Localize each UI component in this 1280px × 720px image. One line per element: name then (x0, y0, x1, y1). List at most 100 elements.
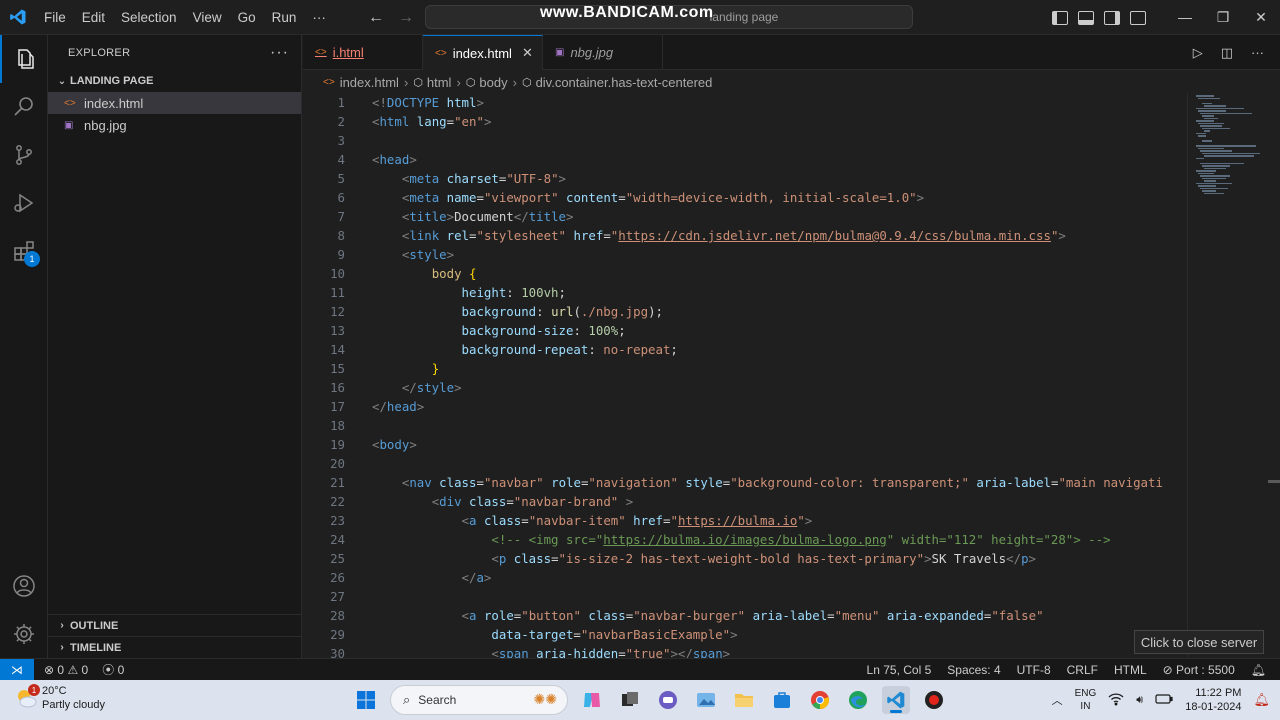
battery-icon[interactable] (1155, 693, 1173, 708)
line-ending[interactable]: CRLF (1067, 663, 1098, 677)
input-language[interactable]: ENG IN (1075, 687, 1097, 713)
tab-i-html[interactable]: <> i.html (303, 35, 423, 70)
code-line[interactable]: 19 <body> (303, 435, 1187, 454)
code-line[interactable]: 7 <title>Document</title> (303, 207, 1187, 226)
explorer-more-icon[interactable]: ··· (270, 44, 289, 62)
live-server-port[interactable]: ⊘ Port : 5500 (1163, 663, 1235, 677)
code-line[interactable]: 5 <meta charset="UTF-8"> (303, 169, 1187, 188)
problems-indicator[interactable]: ⊗ 0 ⚠ 0 (44, 663, 88, 677)
code-line[interactable]: 14 background-repeat: no-repeat; (303, 340, 1187, 359)
customize-layout-icon[interactable] (1130, 10, 1146, 25)
teams-chat-icon[interactable] (654, 686, 682, 714)
code-line[interactable]: 24 <!-- <img src="https://bulma.io/image… (303, 530, 1187, 549)
code-line[interactable]: 1 <!DOCTYPE html> (303, 93, 1187, 112)
wifi-icon[interactable] (1108, 692, 1124, 709)
code-line[interactable]: 15 } (303, 359, 1187, 378)
outline-section[interactable]: › OUTLINE (48, 614, 302, 636)
file-explorer-icon[interactable] (730, 686, 758, 714)
vscode-taskbar-icon[interactable] (882, 686, 910, 714)
code-line[interactable]: 10 body { (303, 264, 1187, 283)
task-view-icon[interactable] (616, 686, 644, 714)
code-line[interactable]: 23 <a class="navbar-item" href="https://… (303, 511, 1187, 530)
back-arrow-icon[interactable]: ← (368, 9, 384, 27)
breadcrumb-item[interactable]: index.html (340, 75, 399, 90)
menu-file[interactable]: File (36, 0, 74, 35)
code-line[interactable]: 25 <p class="is-size-2 has-text-weight-b… (303, 549, 1187, 568)
code-line[interactable]: 18 (303, 416, 1187, 435)
accounts-icon[interactable] (0, 562, 48, 610)
maximize-icon[interactable]: ❐ (1204, 9, 1242, 26)
copilot-icon[interactable] (578, 686, 606, 714)
tab-index-html[interactable]: <> index.html ✕ (423, 35, 543, 70)
extensions-icon[interactable]: 1 (0, 227, 48, 275)
run-icon[interactable]: ▷ (1193, 45, 1203, 61)
folder-section[interactable]: ⌄ LANDING PAGE (48, 70, 301, 92)
code-line[interactable]: 6 <meta name="viewport" content="width=d… (303, 188, 1187, 207)
notification-icon[interactable]: 🔔︎ (1253, 692, 1270, 708)
file-item-nbg-jpg[interactable]: ▣ nbg.jpg (48, 114, 301, 136)
toggle-primary-sidebar-icon[interactable] (1052, 10, 1068, 25)
indentation[interactable]: Spaces: 4 (947, 663, 1000, 677)
menu-run[interactable]: Run (264, 0, 305, 35)
bandicam-record-icon[interactable] (920, 686, 948, 714)
search-icon[interactable] (0, 83, 48, 131)
edge-icon[interactable] (844, 686, 872, 714)
microsoft-store-icon[interactable] (768, 686, 796, 714)
menu-go[interactable]: Go (230, 0, 264, 35)
notifications-bell-icon[interactable]: 🔔︎ (1251, 663, 1266, 677)
code-line[interactable]: 13 background-size: 100%; (303, 321, 1187, 340)
code-line[interactable]: 3 (303, 131, 1187, 150)
code-line[interactable]: 17 </head> (303, 397, 1187, 416)
menu-edit[interactable]: Edit (74, 0, 113, 35)
menu-view[interactable]: View (185, 0, 230, 35)
chrome-icon[interactable] (806, 686, 834, 714)
code-line[interactable]: 30 <span aria-hidden="true"></span> (303, 644, 1187, 658)
encoding[interactable]: UTF-8 (1017, 663, 1051, 677)
weather-widget[interactable]: 1 20°C Partly cloudy (14, 684, 105, 712)
explorer-icon[interactable] (0, 35, 48, 83)
toggle-panel-icon[interactable] (1078, 10, 1094, 25)
menu-selection[interactable]: Selection (113, 0, 185, 35)
code-line[interactable]: 22 <div class="navbar-brand" > (303, 492, 1187, 511)
minimize-icon[interactable]: — (1166, 9, 1204, 26)
code-editor[interactable]: 1 <!DOCTYPE html> 2 <html lang="en"> 3 4 <head… (303, 93, 1187, 658)
file-item-index-html[interactable]: <> index.html (48, 92, 301, 114)
breadcrumb-item[interactable]: body (479, 75, 507, 90)
menu-more[interactable]: ··· (304, 0, 334, 35)
close-tab-icon[interactable]: ✕ (522, 45, 533, 61)
settings-gear-icon[interactable] (0, 610, 48, 658)
volume-icon[interactable]: 🔊︎ (1136, 694, 1143, 707)
language-mode[interactable]: HTML (1114, 663, 1147, 677)
code-line[interactable]: 21 <nav class="navbar" role="navigation"… (303, 473, 1187, 492)
code-line[interactable]: 11 height: 100vh; (303, 283, 1187, 302)
photos-icon[interactable] (692, 686, 720, 714)
more-actions-icon[interactable]: ··· (1251, 45, 1264, 60)
code-line[interactable]: 28 <a role="button" class="navbar-burger… (303, 606, 1187, 625)
ports-indicator[interactable]: ⦿ 0 (102, 661, 124, 678)
close-window-icon[interactable]: ✕ (1242, 9, 1280, 26)
code-line[interactable]: 27 (303, 587, 1187, 606)
code-line[interactable]: 9 <style> (303, 245, 1187, 264)
chevron-up-icon[interactable]: ︿ (1052, 692, 1063, 708)
taskbar-search[interactable]: ⌕ Search ✺✺ (390, 685, 568, 715)
source-control-icon[interactable] (0, 131, 48, 179)
breadcrumb-item[interactable]: div.container.has-text-centered (536, 75, 713, 90)
code-line[interactable]: 2 <html lang="en"> (303, 112, 1187, 131)
minimap[interactable] (1187, 93, 1267, 658)
code-line[interactable]: 29 data-target="navbarBasicExample"> (303, 625, 1187, 644)
toggle-secondary-sidebar-icon[interactable] (1104, 10, 1120, 25)
system-clock[interactable]: 11:22 PM 18-01-2024 (1185, 686, 1241, 714)
timeline-section[interactable]: › TIMELINE (48, 636, 302, 658)
remote-icon[interactable]: ⋊ (0, 658, 34, 681)
code-line[interactable]: 8 <link rel="stylesheet" href="https://c… (303, 226, 1187, 245)
forward-arrow-icon[interactable]: → (398, 9, 414, 27)
run-debug-icon[interactable] (0, 179, 48, 227)
code-line[interactable]: 26 </a> (303, 568, 1187, 587)
start-windows-icon[interactable] (352, 686, 380, 714)
tab-nbg-jpg[interactable]: ▣ nbg.jpg (543, 35, 663, 70)
split-editor-icon[interactable]: ◫ (1221, 45, 1233, 61)
breadcrumb-item[interactable]: html (427, 75, 452, 90)
code-line[interactable]: 12 background: url(./nbg.jpg); (303, 302, 1187, 321)
code-line[interactable]: 20 (303, 454, 1187, 473)
code-line[interactable]: 16 </style> (303, 378, 1187, 397)
